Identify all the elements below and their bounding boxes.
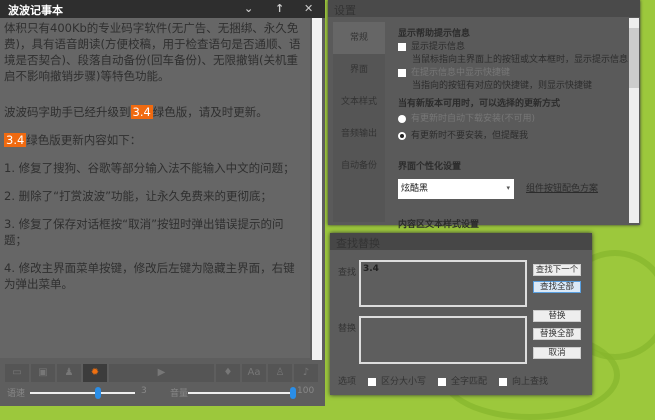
window-title: 波波记事本 bbox=[8, 4, 63, 17]
show-tips-checkbox[interactable]: 显示提示信息 bbox=[398, 41, 638, 54]
checkbox[interactable] bbox=[499, 377, 508, 386]
settings-window: 设置 常规 界面 文本样式 音频输出 自动备份 显示帮助提示信息 显示提示信息 … bbox=[328, 0, 640, 230]
chevron-down-icon: ▾ bbox=[506, 184, 510, 192]
section-heading: 界面个性化设置 bbox=[398, 162, 462, 172]
checkbox-label: 在提示信息中显示快捷键 bbox=[411, 68, 511, 78]
title-bar: 波波记事本 ⌄ ↑ ✕ bbox=[0, 0, 325, 18]
tab-auto-backup[interactable]: 自动备份 bbox=[333, 150, 385, 182]
match-case-checkbox[interactable]: 区分大小写 bbox=[368, 374, 426, 387]
font-icon[interactable]: Aa bbox=[242, 364, 266, 382]
dropdown-icon[interactable]: ⌄ bbox=[244, 2, 253, 15]
tab-general[interactable]: 常规 bbox=[333, 22, 385, 54]
replace-button[interactable]: 替换 bbox=[533, 310, 581, 322]
update-notify-radio[interactable]: 有更新时不要安装，但提醒我 bbox=[398, 130, 638, 143]
folder-icon[interactable]: ▭ bbox=[5, 364, 29, 382]
radio-label: 有更新时自动下载安装(不可用) bbox=[411, 114, 536, 124]
cancel-button[interactable]: 取消 bbox=[533, 347, 581, 359]
text: 绿色版，请及时更新。 bbox=[152, 105, 268, 119]
radio[interactable] bbox=[398, 114, 406, 123]
notepad-window: 波波记事本 ⌄ ↑ ✕ 体积只有400Kb的专业码字软件(无广告、无捆绑、永久免… bbox=[0, 0, 325, 406]
theme-dropdown[interactable]: 炫酷黑 ▾ bbox=[398, 179, 514, 199]
replace-label: 替换 bbox=[338, 324, 357, 334]
show-shortcuts-checkbox[interactable]: 在提示信息中显示快捷键 bbox=[398, 67, 638, 80]
tab-text-style[interactable]: 文本样式 bbox=[333, 86, 385, 118]
replace-input[interactable] bbox=[359, 316, 527, 364]
checkbox[interactable] bbox=[398, 68, 406, 77]
changes-line: 3.4 绿色版更新内容如下： bbox=[4, 132, 306, 148]
upgrade-line: 波波码字助手已经升级到 3.4 绿色版，请及时更新。 bbox=[4, 104, 306, 120]
scrollbar[interactable] bbox=[312, 18, 322, 360]
section-heading: 当有新版本可用时，可以选择的更新方式 bbox=[398, 99, 561, 109]
checkbox[interactable] bbox=[438, 377, 447, 386]
volume-slider-handle[interactable] bbox=[290, 387, 296, 399]
radio-label: 有更新时不要安装，但提醒我 bbox=[411, 131, 529, 141]
whole-word-checkbox[interactable]: 全字匹配 bbox=[438, 374, 487, 387]
section-heading: 内容区文本样式设置 bbox=[398, 220, 480, 230]
tab-interface[interactable]: 界面 bbox=[333, 54, 385, 86]
text: 波波码字助手已经升级到 bbox=[4, 105, 131, 119]
update-auto-radio[interactable]: 有更新时自动下载安装(不可用) bbox=[398, 113, 638, 126]
volume-value: 100 bbox=[297, 386, 315, 396]
change-item: 3. 修复了保存对话框按“取消”按钮时弹出错误提示的问题； bbox=[4, 217, 284, 247]
search-highlight: 3.4 bbox=[130, 105, 153, 119]
intro-text: 体积只有400Kb的专业码字软件(无广告、无捆绑、永久免费)，具有语音朗读(方便… bbox=[4, 21, 301, 83]
save-icon[interactable]: ▣ bbox=[31, 364, 55, 382]
user-icon[interactable]: ♟ bbox=[57, 364, 81, 382]
audio-sliders: 语速 3 音量 100 bbox=[5, 386, 318, 400]
person-icon[interactable]: ♙ bbox=[268, 364, 292, 382]
checkbox-label: 显示提示信息 bbox=[411, 42, 466, 52]
options-row: 选项 区分大小写 全字匹配 向上查找 bbox=[338, 374, 548, 387]
change-item: 2. 删除了“打赏波波”功能，让永久免费来的更彻底； bbox=[4, 189, 273, 203]
settings-title: 设置 bbox=[328, 0, 640, 17]
settings-icon[interactable]: ✹ bbox=[83, 364, 107, 382]
options-label: 选项 bbox=[338, 377, 357, 387]
checkbox-label: 区分大小写 bbox=[381, 377, 427, 387]
checkbox[interactable] bbox=[398, 42, 406, 51]
pin-icon[interactable]: ↑ bbox=[275, 2, 284, 15]
replace-all-button[interactable]: 替换全部 bbox=[533, 328, 581, 340]
checkbox[interactable] bbox=[368, 377, 377, 386]
text-editor[interactable]: 体积只有400Kb的专业码字软件(无广告、无捆绑、永久免费)，具有语音朗读(方便… bbox=[0, 18, 310, 358]
find-label: 查找 bbox=[338, 268, 357, 278]
toolbar: ▭ ▣ ♟ ✹ ▶ ♦ Aa ♙ ♪ bbox=[5, 364, 318, 382]
close-icon[interactable]: ✕ bbox=[304, 2, 313, 15]
search-highlight: 3.4 bbox=[4, 133, 27, 147]
speed-slider[interactable] bbox=[30, 392, 135, 394]
dialog-title: 查找替换 bbox=[330, 233, 592, 250]
play-icon[interactable]: ▶ bbox=[109, 364, 214, 382]
speed-value: 3 bbox=[141, 386, 147, 396]
tab-audio-output[interactable]: 音频输出 bbox=[333, 118, 385, 150]
radio[interactable] bbox=[398, 131, 406, 140]
speed-label: 语速 bbox=[7, 389, 26, 399]
section-heading: 显示帮助提示信息 bbox=[398, 29, 471, 39]
settings-tabs: 常规 界面 文本样式 音频输出 自动备份 bbox=[333, 22, 385, 222]
change-item: 1. 修复了搜狗、谷歌等部分输入法不能输入中文的问题； bbox=[4, 161, 295, 175]
description: 当指向的按钮有对应的快捷键，则显示快捷键 bbox=[412, 81, 593, 91]
volume-label: 音量 bbox=[170, 389, 189, 399]
settings-content: 显示帮助提示信息 显示提示信息 当鼠标指向主界面上的按钮或文本框时，显示提示信息… bbox=[398, 26, 638, 232]
find-replace-dialog: 查找替换 查找 3.4 替换 查找下一个 查找全部 替换 替换全部 取消 选项 … bbox=[330, 233, 592, 395]
text: 绿色版更新内容如下： bbox=[26, 133, 142, 147]
music-icon[interactable]: ♪ bbox=[294, 364, 318, 382]
checkbox-label: 向上查找 bbox=[512, 377, 549, 387]
change-item: 4. 修改主界面菜单按键，修改后左键为隐藏主界面，右键为弹出菜单。 bbox=[4, 261, 295, 291]
theme-value: 炫酷黑 bbox=[401, 184, 429, 194]
find-input[interactable]: 3.4 bbox=[359, 260, 527, 307]
microphone-icon[interactable]: ♦ bbox=[216, 364, 240, 382]
scrollbar-thumb[interactable] bbox=[629, 28, 639, 88]
search-up-checkbox[interactable]: 向上查找 bbox=[499, 374, 548, 387]
find-next-button[interactable]: 查找下一个 bbox=[533, 264, 581, 276]
speed-slider-handle[interactable] bbox=[95, 387, 102, 399]
volume-slider[interactable] bbox=[188, 392, 293, 394]
description: 当鼠标指向主界面上的按钮或文本框时，显示提示信息 bbox=[412, 55, 629, 65]
color-scheme-link[interactable]: 组件按钮配色方案 bbox=[526, 183, 598, 196]
find-all-button[interactable]: 查找全部 bbox=[533, 281, 581, 293]
checkbox-label: 全字匹配 bbox=[451, 377, 488, 387]
settings-scrollbar[interactable] bbox=[629, 18, 639, 223]
